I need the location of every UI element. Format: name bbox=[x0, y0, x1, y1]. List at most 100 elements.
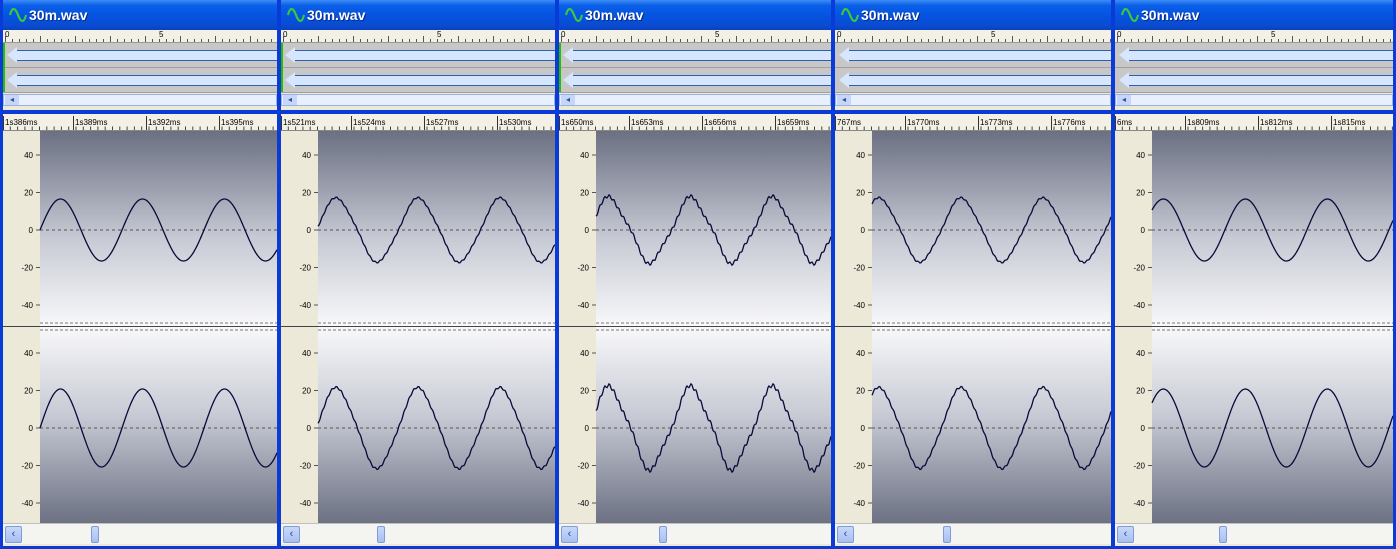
y-axis-label: -40 bbox=[577, 499, 589, 508]
time-label: 1s653ms bbox=[631, 118, 663, 127]
scroll-thumb[interactable] bbox=[91, 526, 99, 543]
y-axis-label: -20 bbox=[1133, 462, 1145, 471]
overview-channel-1[interactable] bbox=[281, 43, 555, 68]
y-axis-label: -20 bbox=[21, 264, 33, 273]
waveform-view[interactable]: 6ms 1s809ms 1s812ms 1s815ms 40 20 0 -20 -40 40 20 0… bbox=[1115, 114, 1393, 525]
playhead-marker[interactable] bbox=[3, 43, 5, 92]
overview-tick bbox=[893, 39, 894, 42]
overview-scroll-left-button[interactable]: ◂ bbox=[561, 95, 575, 105]
overview-scrollbar[interactable]: ◂ bbox=[1115, 94, 1393, 106]
overview-scroll-left-button[interactable]: ◂ bbox=[283, 95, 297, 105]
overview-channel-2[interactable] bbox=[559, 68, 831, 93]
horizontal-scrollbar[interactable]: ‹ bbox=[3, 523, 277, 544]
waveform-panel[interactable]: 767ms 1s770ms 1s773ms 1s776ms 40 20 0 -20 -40 40 2… bbox=[835, 114, 1111, 525]
overview-channel-2[interactable] bbox=[281, 68, 555, 93]
scroll-left-button[interactable]: ‹ bbox=[1117, 526, 1134, 543]
y-axis-label: -20 bbox=[853, 264, 865, 273]
scroll-thumb[interactable] bbox=[377, 526, 385, 543]
scroll-thumb[interactable] bbox=[943, 526, 951, 543]
overview-panel[interactable]: 0 5 ◂ bbox=[1115, 30, 1393, 112]
overview-channel-1[interactable] bbox=[3, 43, 277, 68]
time-label: 1s524ms bbox=[353, 118, 385, 127]
overview-scrollbar[interactable]: ◂ bbox=[3, 94, 277, 106]
overview-panel[interactable]: 0 5 ◂ bbox=[835, 30, 1111, 112]
y-axis-label: 0 bbox=[1141, 424, 1146, 433]
overview-channel-2[interactable] bbox=[1115, 68, 1393, 93]
overview-tick bbox=[173, 39, 174, 42]
overview-tick bbox=[180, 36, 181, 42]
overview-tick bbox=[568, 39, 569, 42]
overview-scroll-left-button[interactable]: ◂ bbox=[1117, 95, 1131, 105]
scroll-left-button[interactable]: ‹ bbox=[5, 526, 22, 543]
waveform-panel[interactable]: 6ms 1s809ms 1s812ms 1s815ms 40 20 0 -20 -40 40 20 0… bbox=[1115, 114, 1393, 525]
overview-tick bbox=[486, 39, 487, 42]
overview-tick bbox=[159, 39, 160, 42]
y-axis-label: 20 bbox=[302, 387, 311, 396]
overview-tick bbox=[1299, 39, 1300, 42]
waveform-view[interactable]: 1s521ms 1s524ms 1s527ms 1s530ms 40 20 0 -20 -40 4… bbox=[281, 114, 555, 525]
overview-channel-2[interactable] bbox=[835, 68, 1111, 93]
overview-scroll-left-button[interactable]: ◂ bbox=[5, 95, 19, 105]
audio-window[interactable]: 30m.wav 0 5 ◂ 767ms 1s770ms 1s773ms 1s776ms 40 20… bbox=[832, 0, 1114, 549]
overview-tick bbox=[89, 39, 90, 42]
overview-tick bbox=[201, 39, 202, 42]
y-axis-label: 20 bbox=[24, 387, 33, 396]
waveform-panel[interactable]: 1s650ms 1s653ms 1s656ms 1s659ms 40 20 0 -20 -40 4… bbox=[559, 114, 831, 525]
horizontal-scrollbar[interactable]: ‹ bbox=[835, 523, 1111, 544]
horizontal-scrollbar[interactable]: ‹ bbox=[1115, 523, 1393, 544]
overview-tick bbox=[827, 39, 828, 42]
overview-tick bbox=[374, 39, 375, 42]
overview-scroll-left-button[interactable]: ◂ bbox=[837, 95, 851, 105]
y-axis-label: -20 bbox=[1133, 264, 1145, 273]
waveform-view[interactable]: 1s386ms 1s389ms 1s392ms 1s395ms 40 20 0 -20 -40 4… bbox=[3, 114, 277, 525]
overview-tick bbox=[549, 39, 550, 42]
horizontal-scrollbar[interactable]: ‹ bbox=[559, 523, 831, 544]
scroll-thumb[interactable] bbox=[659, 526, 667, 543]
overview-panel[interactable]: 0 5 ◂ bbox=[281, 30, 555, 112]
overview-panel[interactable]: 0 5 ◂ bbox=[3, 30, 277, 112]
waveform-panel[interactable]: 1s386ms 1s389ms 1s392ms 1s395ms 40 20 0 -20 -40 4… bbox=[3, 114, 277, 525]
title-bar[interactable]: 30m.wav bbox=[835, 0, 1111, 30]
waveform-panel[interactable]: 1s521ms 1s524ms 1s527ms 1s530ms 40 20 0 -20 -40 4… bbox=[281, 114, 555, 525]
title-bar[interactable]: 30m.wav bbox=[559, 0, 831, 30]
overview-tick bbox=[1180, 39, 1181, 42]
waveform-view[interactable]: 767ms 1s770ms 1s773ms 1s776ms 40 20 0 -20 -40 40 2… bbox=[835, 114, 1111, 525]
title-bar[interactable]: 30m.wav bbox=[281, 0, 555, 30]
horizontal-scrollbar[interactable]: ‹ bbox=[281, 523, 555, 544]
overview-start-marker bbox=[839, 47, 849, 63]
y-axis-label: 40 bbox=[1136, 151, 1145, 160]
overview-start-marker bbox=[285, 47, 295, 63]
overview-channel-1[interactable] bbox=[835, 43, 1111, 68]
playhead-marker[interactable] bbox=[559, 43, 561, 92]
scroll-left-button[interactable]: ‹ bbox=[283, 526, 300, 543]
playhead-marker[interactable] bbox=[281, 43, 283, 92]
scroll-left-button[interactable]: ‹ bbox=[561, 526, 578, 543]
overview-tick bbox=[472, 39, 473, 42]
overview-waveform-band bbox=[1127, 50, 1393, 61]
audio-window[interactable]: 30m.wav 0 5 ◂ 1s386ms 1s389ms 1s392ms 1s395ms 40… bbox=[0, 0, 280, 549]
title-bar[interactable]: 30m.wav bbox=[1115, 0, 1393, 30]
waveform-view[interactable]: 1s650ms 1s653ms 1s656ms 1s659ms 40 20 0 -20 -40 4… bbox=[559, 114, 831, 525]
audio-window[interactable]: 30m.wav 0 5 ◂ 1s521ms 1s524ms 1s527ms 1s530ms 40… bbox=[278, 0, 558, 549]
overview-tick bbox=[542, 39, 543, 42]
overview-tick bbox=[575, 39, 576, 42]
audio-window[interactable]: 30m.wav 0 5 ◂ 6ms 1s809ms 1s812ms 1s815ms 40 20 0-… bbox=[1112, 0, 1396, 549]
overview-channel-2[interactable] bbox=[3, 68, 277, 93]
overview-panel[interactable]: 0 5 ◂ bbox=[559, 30, 831, 112]
overview-tick bbox=[771, 36, 772, 42]
overview-tick bbox=[1257, 36, 1258, 42]
overview-ruler: 05 bbox=[559, 30, 831, 43]
overview-channel-1[interactable] bbox=[1115, 43, 1393, 68]
overview-tick bbox=[528, 36, 529, 42]
overview-scrollbar[interactable]: ◂ bbox=[559, 94, 831, 106]
title-bar[interactable]: 30m.wav bbox=[3, 0, 277, 30]
overview-scrollbar[interactable]: ◂ bbox=[835, 94, 1111, 106]
channel-2-background bbox=[1152, 327, 1393, 525]
overview-tick bbox=[638, 39, 639, 42]
scroll-left-button[interactable]: ‹ bbox=[837, 526, 854, 543]
overview-scrollbar[interactable]: ◂ bbox=[281, 94, 555, 106]
scroll-thumb[interactable] bbox=[1219, 526, 1227, 543]
audio-window[interactable]: 30m.wav 0 5 ◂ 1s650ms 1s653ms 1s656ms 1s659ms 40… bbox=[556, 0, 834, 549]
y-axis-label: 20 bbox=[24, 189, 33, 198]
overview-channel-1[interactable] bbox=[559, 43, 831, 68]
